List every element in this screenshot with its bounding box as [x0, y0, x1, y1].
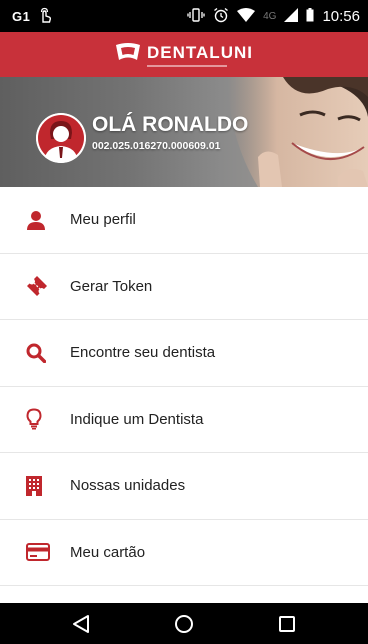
clock: 10:56	[322, 7, 360, 25]
menu-item-label: Meu perfil	[70, 211, 136, 229]
avatar	[36, 113, 86, 163]
recents-button[interactable]	[267, 609, 307, 639]
menu-item-label: Meu cartão	[70, 543, 146, 561]
status-bar: G1 4G 10:56	[0, 0, 368, 32]
back-triangle-icon	[73, 614, 90, 633]
menu-item-label: Nossas unidades	[70, 477, 186, 495]
menu-item-encontre-dentista[interactable]: Encontre seu dentista	[0, 320, 368, 387]
system-navigation-bar	[0, 603, 368, 644]
menu-item-nossas-unidades[interactable]: Nossas unidades	[0, 453, 368, 520]
search-icon	[0, 343, 70, 363]
home-button[interactable]	[164, 609, 204, 639]
menu-item-meu-perfil[interactable]: Meu perfil	[0, 187, 368, 254]
touch-icon	[38, 7, 52, 26]
ticket-icon	[0, 275, 70, 297]
menu-item-label: Gerar Token	[70, 277, 153, 295]
menu-item-gerar-token[interactable]: Gerar Token	[0, 254, 368, 320]
menu-item-indique-dentista[interactable]: Indique um Dentista	[0, 387, 368, 453]
tooth-logo-icon	[115, 42, 141, 67]
brand-name: DENTALUNI	[147, 42, 253, 62]
navigation-menu: Meu perfil Gerar Token Encontre seu dent…	[0, 187, 368, 586]
app-header: DENTALUNI	[0, 32, 368, 77]
lightbulb-icon	[0, 408, 70, 430]
vibrate-icon	[187, 7, 205, 25]
user-greeting: OLÁ RONALDO	[92, 113, 249, 136]
battery-icon	[306, 7, 314, 25]
recents-square-icon	[278, 615, 295, 632]
network-type-label: 4G	[263, 10, 277, 22]
credit-card-icon	[0, 543, 70, 562]
menu-item-label: Indique um Dentista	[70, 410, 204, 428]
brand-logo: DENTALUNI	[115, 42, 253, 67]
logo-tagline-mark	[147, 64, 228, 67]
menu-item-label: Encontre seu dentista	[70, 344, 216, 362]
alarm-icon	[213, 7, 229, 26]
home-circle-icon	[174, 614, 193, 633]
menu-item-meu-cartao[interactable]: Meu cartão	[0, 520, 368, 586]
wifi-icon	[237, 7, 256, 25]
carrier-label: G1	[12, 8, 31, 24]
user-avatar-icon	[36, 113, 86, 163]
building-icon	[0, 475, 70, 496]
user-icon	[0, 210, 70, 230]
signal-icon	[284, 7, 299, 25]
card-number: 002.025.016270.000609.01	[92, 140, 221, 152]
profile-banner: OLÁ RONALDO 002.025.016270.000609.01	[0, 77, 368, 187]
back-button[interactable]	[61, 609, 101, 639]
